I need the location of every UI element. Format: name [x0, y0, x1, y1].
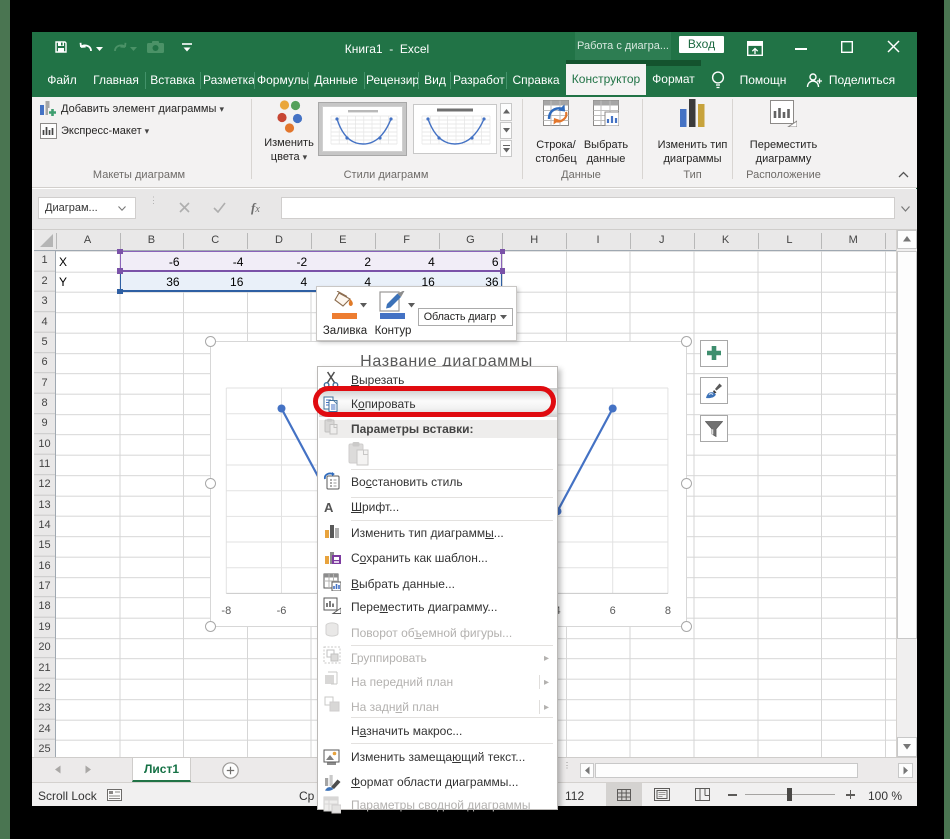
svg-text:-6: -6 — [277, 605, 287, 617]
svg-text:-8: -8 — [221, 605, 231, 617]
svg-text:6: 6 — [610, 605, 616, 617]
svg-text:8: 8 — [665, 605, 671, 617]
